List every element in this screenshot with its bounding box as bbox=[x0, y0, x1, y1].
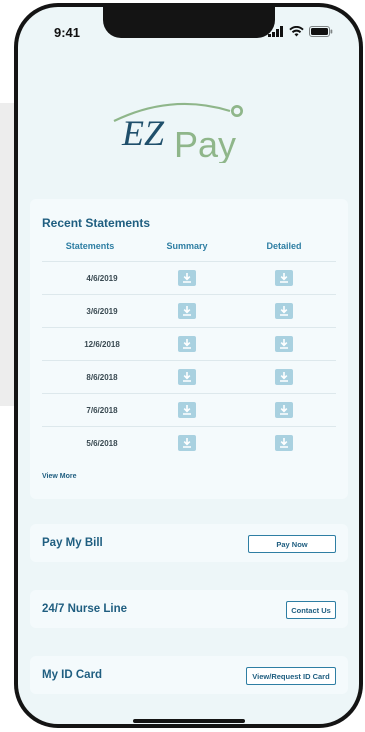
recent-statements-card: Recent Statements Statements Summary Det… bbox=[30, 199, 348, 499]
contact-us-button[interactable]: Contact Us bbox=[286, 601, 336, 619]
download-icon bbox=[280, 339, 288, 349]
column-header-statements: Statements bbox=[65, 241, 115, 251]
ezpay-logo: EZ Pay bbox=[113, 102, 243, 163]
recent-statements-title: Recent Statements bbox=[42, 216, 151, 230]
status-icons bbox=[268, 25, 333, 38]
column-header-detailed: Detailed bbox=[266, 241, 302, 251]
statement-row: 7/6/2018 bbox=[42, 393, 336, 427]
statement-date: 4/6/2019 bbox=[86, 274, 118, 283]
column-header-summary: Summary bbox=[166, 241, 208, 251]
download-icon bbox=[280, 405, 288, 415]
detailed-download-button[interactable] bbox=[275, 336, 293, 352]
download-icon bbox=[183, 438, 191, 448]
statement-date: 3/6/2019 bbox=[86, 307, 118, 316]
pay-bill-title: Pay My Bill bbox=[42, 537, 103, 549]
detailed-download-button[interactable] bbox=[275, 270, 293, 286]
statement-row: 4/6/2019 bbox=[42, 261, 336, 295]
statement-row: 12/6/2018 bbox=[42, 327, 336, 361]
view-request-id-card-button[interactable]: View/Request ID Card bbox=[246, 667, 336, 685]
svg-text:Pay: Pay bbox=[174, 124, 236, 163]
svg-text:EZ: EZ bbox=[121, 113, 165, 153]
download-icon bbox=[183, 405, 191, 415]
detailed-download-button[interactable] bbox=[275, 435, 293, 451]
download-icon bbox=[183, 306, 191, 316]
download-icon bbox=[280, 438, 288, 448]
wifi-icon bbox=[289, 26, 304, 37]
statement-row: 3/6/2019 bbox=[42, 294, 336, 328]
battery-icon bbox=[309, 26, 333, 37]
download-icon bbox=[183, 372, 191, 382]
download-icon bbox=[280, 372, 288, 382]
summary-download-button[interactable] bbox=[178, 270, 196, 286]
nurse-line-title: 24/7 Nurse Line bbox=[42, 603, 128, 615]
statement-date: 5/6/2018 bbox=[86, 439, 118, 448]
statement-date: 7/6/2018 bbox=[86, 406, 118, 415]
statement-row: 5/6/2018 bbox=[42, 426, 336, 460]
app-screen: 9:41 EZ Pay Recent Statements Statements… bbox=[18, 7, 359, 724]
detailed-download-button[interactable] bbox=[275, 369, 293, 385]
download-icon bbox=[280, 273, 288, 283]
pay-now-button[interactable]: Pay Now bbox=[248, 535, 336, 553]
phone-frame: 9:41 EZ Pay Recent Statements Statements… bbox=[14, 3, 363, 728]
summary-download-button[interactable] bbox=[178, 435, 196, 451]
detailed-download-button[interactable] bbox=[275, 303, 293, 319]
summary-download-button[interactable] bbox=[178, 303, 196, 319]
pay-bill-card: Pay My Bill Pay Now bbox=[30, 524, 348, 562]
view-more-link[interactable]: View More bbox=[42, 473, 77, 480]
download-icon bbox=[183, 273, 191, 283]
status-time: 9:41 bbox=[54, 25, 81, 40]
id-card-card: My ID Card View/Request ID Card bbox=[30, 656, 348, 694]
home-indicator bbox=[133, 719, 245, 723]
notch bbox=[103, 7, 275, 38]
download-icon bbox=[280, 306, 288, 316]
summary-download-button[interactable] bbox=[178, 369, 196, 385]
statement-date: 8/6/2018 bbox=[86, 373, 118, 382]
statement-date: 12/6/2018 bbox=[84, 340, 120, 349]
statement-row: 8/6/2018 bbox=[42, 360, 336, 394]
download-icon bbox=[183, 339, 191, 349]
id-card-title: My ID Card bbox=[42, 669, 103, 681]
signal-icon bbox=[268, 26, 283, 37]
detailed-download-button[interactable] bbox=[275, 402, 293, 418]
nurse-line-card: 24/7 Nurse Line Contact Us bbox=[30, 590, 348, 628]
summary-download-button[interactable] bbox=[178, 402, 196, 418]
summary-download-button[interactable] bbox=[178, 336, 196, 352]
